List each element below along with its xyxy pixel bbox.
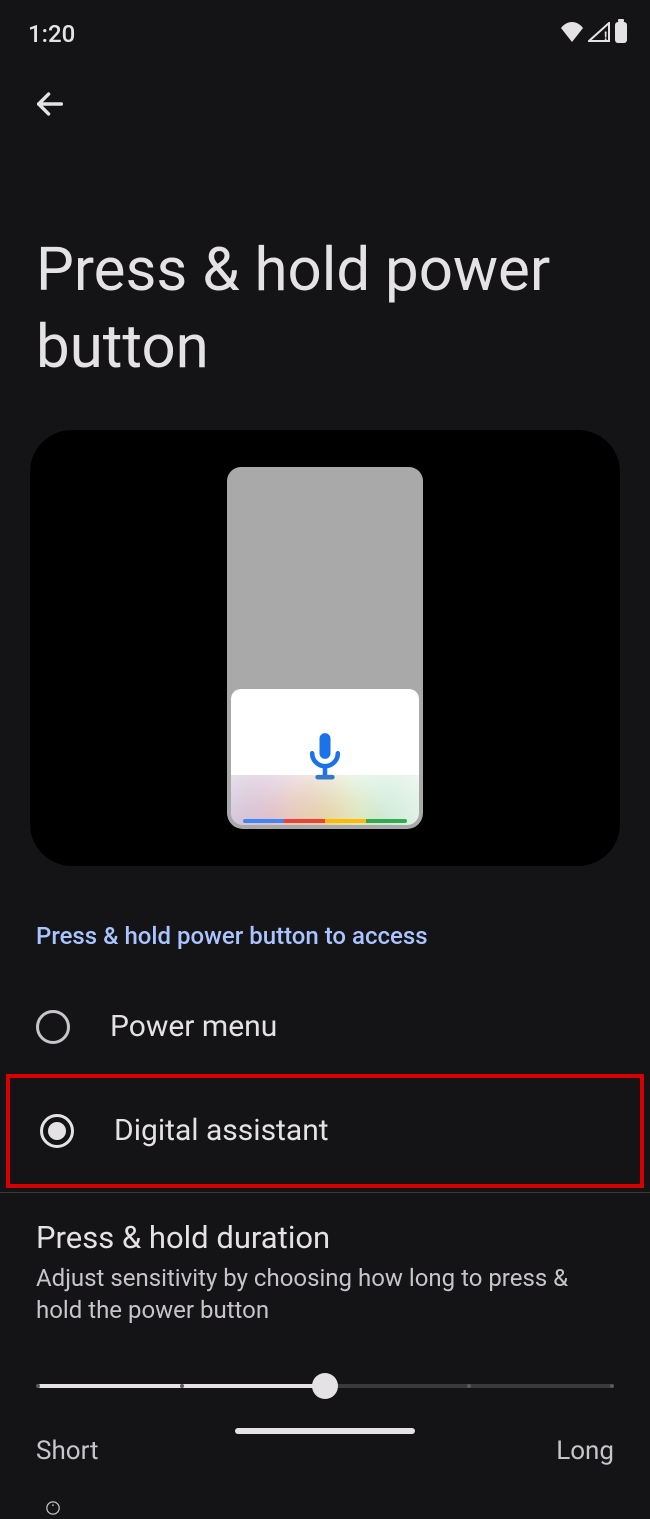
section-label: Press & hold power button to access bbox=[0, 866, 650, 950]
slider-thumb[interactable] bbox=[312, 1373, 338, 1399]
slider-max-label: Long bbox=[556, 1436, 614, 1466]
slider-min-label: Short bbox=[36, 1436, 99, 1466]
wifi-icon bbox=[560, 20, 584, 48]
duration-section: Press & hold duration Adjust sensitivity… bbox=[0, 1193, 650, 1467]
page-title: Press & hold power button bbox=[0, 126, 650, 386]
phone-illustration bbox=[227, 467, 423, 829]
info-icon[interactable] bbox=[36, 1500, 650, 1519]
radio-icon bbox=[36, 1010, 70, 1044]
radio-icon bbox=[40, 1114, 74, 1148]
radio-label: Digital assistant bbox=[114, 1113, 329, 1148]
signal-icon: ! bbox=[588, 20, 610, 48]
duration-title: Press & hold duration bbox=[36, 1219, 614, 1256]
radio-option-power-menu[interactable]: Power menu bbox=[0, 980, 650, 1074]
back-button[interactable] bbox=[28, 82, 72, 126]
svg-text:!: ! bbox=[604, 29, 607, 42]
status-bar: 1:20 ! bbox=[0, 0, 650, 54]
radio-label: Power menu bbox=[110, 1009, 277, 1044]
status-icons: ! bbox=[560, 19, 628, 49]
radio-list: Power menu Digital assistant bbox=[0, 950, 650, 1188]
illustration-card bbox=[30, 430, 620, 866]
arrow-left-icon bbox=[33, 87, 67, 121]
home-indicator[interactable] bbox=[235, 1428, 415, 1434]
radio-option-digital-assistant[interactable]: Digital assistant bbox=[6, 1074, 644, 1188]
duration-description: Adjust sensitivity by choosing how long … bbox=[36, 1256, 614, 1327]
duration-slider[interactable] bbox=[38, 1374, 612, 1398]
battery-icon bbox=[614, 19, 628, 49]
clock: 1:20 bbox=[28, 20, 75, 48]
